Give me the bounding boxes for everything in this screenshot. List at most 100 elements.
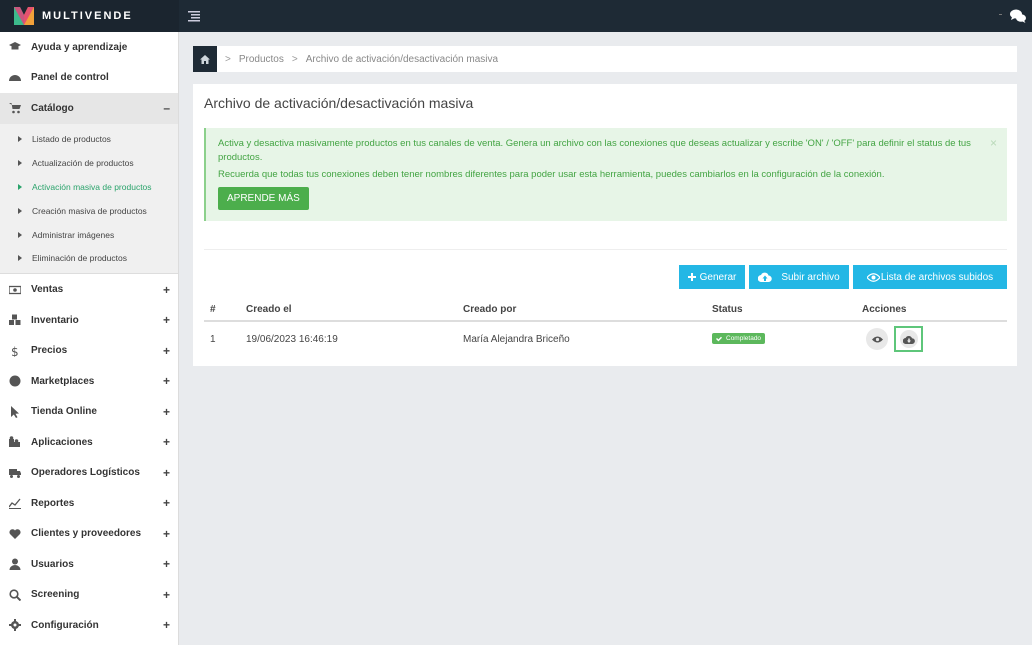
action-buttons: Generar Subir archivo Lista de archivos … <box>679 265 1007 289</box>
sidebar-item-14[interactable]: Screening + <box>0 579 178 610</box>
sidebar-item-4[interactable]: Ventas + <box>0 274 178 305</box>
expand-icon[interactable]: + <box>163 313 170 327</box>
eye-icon <box>871 336 883 342</box>
sidebar-item-11[interactable]: Reportes + <box>0 488 178 519</box>
sidebar-subitem-2[interactable]: Actualización de productos <box>0 151 178 175</box>
svg-text:$: $ <box>11 345 19 357</box>
money-icon <box>9 284 21 296</box>
home-icon <box>200 54 210 64</box>
check-icon <box>716 336 722 342</box>
sidebar-subitem-label: Activación masiva de productos <box>32 181 152 192</box>
uploaded-files-list-button[interactable]: Lista de archivos subidos <box>853 265 1007 289</box>
column-header-created-by: Creado por <box>463 304 517 315</box>
sidebar-item-5[interactable]: Inventario + <box>0 305 178 336</box>
expand-icon[interactable]: + <box>163 557 170 571</box>
sidebar-item-9[interactable]: Aplicaciones + <box>0 427 178 458</box>
sidebar-item-8[interactable]: Tienda Online + <box>0 396 178 427</box>
expand-icon[interactable]: + <box>163 618 170 632</box>
cart-icon <box>9 102 21 114</box>
plus-icon <box>687 273 696 281</box>
sidebar-subitem-6[interactable]: Eliminación de productos <box>0 246 178 270</box>
upload-file-button[interactable]: Subir archivo <box>749 265 849 289</box>
expand-icon[interactable]: + <box>163 466 170 480</box>
sidebar-item-label: Reportes <box>31 497 75 509</box>
expand-icon[interactable]: + <box>163 405 170 419</box>
line-chart-icon <box>9 497 21 510</box>
breadcrumb: > Productos > Archivo de activación/desa… <box>193 46 1017 72</box>
sidebar-item-3[interactable]: Catálogo – <box>0 93 178 124</box>
breadcrumb-item-productos[interactable]: Productos <box>239 54 284 65</box>
truck-icon <box>9 467 21 479</box>
collapse-icon[interactable]: – <box>163 101 170 115</box>
column-header-created-at: Creado el <box>246 304 292 315</box>
expand-icon[interactable]: + <box>163 283 170 297</box>
sidebar-item-label: Panel de control <box>31 72 109 84</box>
alert-text-2: Recuerda que todas tus conexiones deben … <box>218 169 885 180</box>
caret-right-icon <box>18 207 22 214</box>
brand-name: MULTIVENDE <box>42 10 133 22</box>
row-number: 1 <box>210 333 216 345</box>
view-button[interactable] <box>866 328 888 350</box>
sidebar-subitem-label: Administrar imágenes <box>32 229 115 240</box>
column-header-status: Status <box>712 304 743 315</box>
sidebar-item-label: Tienda Online <box>31 406 97 418</box>
sidebar-item-label: Aplicaciones <box>31 436 93 448</box>
sidebar-item-15[interactable]: Configuración + <box>0 610 178 641</box>
sidebar-subitem-label: Listado de productos <box>32 134 111 145</box>
eye-icon <box>866 272 880 282</box>
row-status: Completado <box>712 333 862 345</box>
sidebar-item-label: Catálogo <box>31 102 74 114</box>
sidebar-item-label: Operadores Logísticos <box>31 467 140 479</box>
sidebar-item-2[interactable]: Panel de control <box>0 63 178 94</box>
learn-more-button[interactable]: APRENDE MÁS <box>218 186 309 210</box>
expand-icon[interactable]: + <box>163 435 170 449</box>
top-separator <box>999 14 1002 15</box>
breadcrumb-separator: > <box>225 53 231 65</box>
sidebar-item-label: Usuarios <box>31 558 74 570</box>
sidebar-item-label: Configuración <box>31 619 99 631</box>
sidebar-item-1[interactable]: Ayuda y aprendizaje <box>0 32 178 63</box>
expand-icon[interactable]: + <box>163 344 170 358</box>
breadcrumb-item-current: Archivo de activación/desactivación masi… <box>305 53 499 65</box>
table-row: 1 19/06/2023 16:46:19 María Alejandra Br… <box>204 322 1007 356</box>
status-label: Completado <box>726 335 762 343</box>
sidebar-subitem-1[interactable]: Listado de productos <box>0 128 178 152</box>
dashboard-icon <box>9 72 21 84</box>
dollar-icon: $ <box>9 345 21 357</box>
menu-toggle-icon[interactable] <box>188 9 202 23</box>
main-panel: Archivo de activación/desactivación masi… <box>193 84 1017 366</box>
caret-right-icon <box>18 231 22 238</box>
sidebar-item-label: Precios <box>31 345 68 357</box>
expand-icon[interactable]: + <box>163 527 170 541</box>
chat-icon[interactable] <box>1010 8 1026 24</box>
row-created-by: María Alejandra Briceño <box>463 333 570 345</box>
sidebar-item-label: Marketplaces <box>31 375 95 387</box>
sidebar-subitem-label: Creación masiva de productos <box>32 205 147 216</box>
generate-button[interactable]: Generar <box>679 265 745 289</box>
sidebar-subitem-4[interactable]: Creación masiva de productos <box>0 199 178 223</box>
puzzle-icon <box>9 436 21 448</box>
sidebar-item-7[interactable]: Marketplaces + <box>0 366 178 397</box>
sidebar-item-13[interactable]: Usuarios + <box>0 549 178 580</box>
globe-icon <box>9 375 21 387</box>
expand-icon[interactable]: + <box>163 588 170 602</box>
sidebar-item-6[interactable]: $ Precios + <box>0 335 178 366</box>
breadcrumb-home[interactable] <box>193 46 217 72</box>
caret-right-icon <box>18 255 22 262</box>
sidebar-item-10[interactable]: Operadores Logísticos + <box>0 457 178 488</box>
sidebar: Ayuda y aprendizaje Panel de control Catál… <box>0 32 179 645</box>
status-badge: Completado <box>712 333 766 345</box>
top-bar: MULTIVENDE <box>0 0 1032 32</box>
download-button[interactable] <box>894 326 923 352</box>
sidebar-subitem-3[interactable]: Activación masiva de productos <box>0 175 178 199</box>
alert-close-icon[interactable]: × <box>990 136 997 150</box>
sidebar-subitem-5[interactable]: Administrar imágenes <box>0 223 178 247</box>
generate-label: Generar <box>699 271 737 283</box>
expand-icon[interactable]: + <box>163 496 170 510</box>
expand-icon[interactable]: + <box>163 374 170 388</box>
sidebar-item-12[interactable]: Clientes y proveedores + <box>0 518 178 549</box>
caret-right-icon <box>18 183 22 190</box>
graduation-cap-icon <box>9 41 21 53</box>
search-icon <box>9 588 21 601</box>
brand[interactable]: MULTIVENDE <box>0 0 179 32</box>
